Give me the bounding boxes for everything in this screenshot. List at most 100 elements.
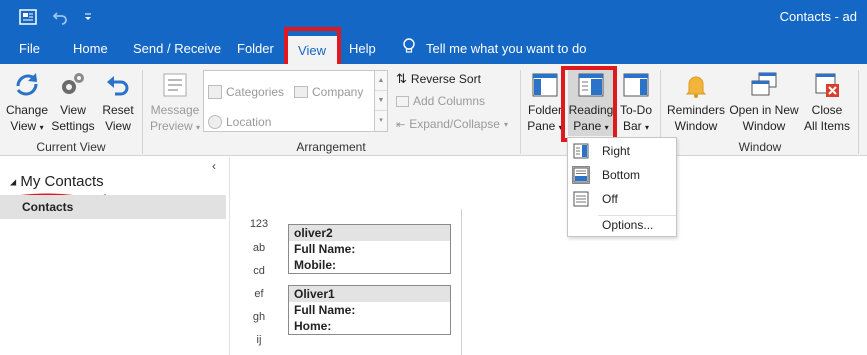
location-option[interactable]: Location — [208, 115, 271, 129]
tab-view[interactable]: View — [287, 36, 337, 66]
arrangement-group-label: Arrangement — [296, 140, 366, 154]
todo-bar-button[interactable]: To-Do Bar ▾ — [616, 70, 656, 136]
company-icon — [294, 86, 308, 98]
folder-pane-label-2: Pane — [527, 119, 556, 133]
close-all-items-button[interactable]: Close All Items — [800, 70, 854, 134]
contact-name: oliver2 — [289, 225, 450, 241]
alpha-index-ab[interactable]: ab — [247, 242, 271, 254]
scroll-down-icon[interactable]: ▼ — [375, 91, 387, 111]
alpha-index-gh[interactable]: gh — [247, 311, 271, 323]
view-settings-label-1: View — [60, 103, 86, 117]
add-columns-button[interactable]: Add Columns — [396, 94, 485, 108]
change-view-button[interactable]: Change View ▾ — [4, 70, 50, 136]
menu-item-off-label: Off — [602, 192, 618, 206]
current-view-group-label: Current View — [36, 140, 106, 154]
contact-name: Oliver1 — [289, 286, 450, 302]
message-preview-label-2: Preview — [149, 119, 193, 133]
message-preview-button[interactable]: Message Preview ▾ — [148, 70, 202, 136]
reminders-window-button[interactable]: Reminders Window — [664, 70, 728, 134]
ribbon: Change View ▾ View Settings Reset View C… — [0, 64, 867, 156]
close-all-label-2: All Items — [803, 119, 850, 133]
change-view-icon — [16, 73, 38, 96]
gallery-scrollbar[interactable]: ▲ ▼ ▾ — [374, 71, 387, 131]
contacts-view: 123 ab cd ef gh ij oliver2 Full Name: Mo… — [231, 157, 867, 355]
alpha-index-123[interactable]: 123 — [247, 218, 271, 230]
view-settings-label-2: Settings — [51, 119, 95, 133]
reverse-sort-button[interactable]: ⇅ Reverse Sort — [396, 71, 481, 87]
todo-bar-label-2: Bar — [622, 119, 642, 133]
view-settings-button[interactable]: View Settings — [50, 70, 96, 134]
tab-folder[interactable]: Folder — [237, 34, 274, 64]
contact-field: Mobile: — [294, 258, 336, 272]
sidebar-item-contacts[interactable]: Contacts — [0, 195, 226, 219]
sort-arrows-icon: ⇅ — [396, 71, 407, 86]
chevron-down-icon: ▾ — [39, 123, 44, 132]
gear-icon — [62, 73, 84, 94]
todo-bar-icon — [623, 73, 649, 97]
alpha-index-ij[interactable]: ij — [247, 334, 271, 346]
reading-pane-label-2: Pane — [573, 119, 602, 133]
reading-pane-icon — [578, 73, 604, 97]
ribbon-tabs: File Home Send / Receive Folder View Hel… — [0, 34, 867, 66]
contact-field: Full Name: — [294, 242, 356, 256]
tab-help[interactable]: Help — [349, 34, 376, 64]
column-divider — [461, 209, 462, 355]
close-all-label-1: Close — [811, 103, 843, 117]
chevron-down-icon: ▾ — [604, 123, 609, 132]
chevron-down-icon: ▾ — [503, 119, 508, 129]
change-view-label-2: View — [10, 119, 37, 133]
menu-item-right[interactable]: Right — [568, 140, 676, 162]
reset-view-label-2: View — [105, 119, 131, 133]
open-new-label-1: Open in New — [729, 103, 799, 117]
arrangement-gallery: Categories Company Location ▲ ▼ ▾ — [203, 70, 388, 132]
menu-item-bottom-label: Bottom — [602, 168, 641, 182]
reset-view-button[interactable]: Reset View — [98, 70, 138, 134]
message-preview-label-1: Message — [150, 103, 200, 117]
company-option[interactable]: Company — [294, 85, 363, 99]
outlook-app-icon[interactable] — [18, 7, 38, 27]
alpha-index-ef[interactable]: ef — [247, 288, 271, 300]
my-contacts-group[interactable]: ◢ My Contacts — [10, 173, 104, 190]
expand-triangle-icon: ◢ — [10, 177, 17, 187]
alpha-index-cd[interactable]: cd — [247, 265, 271, 277]
contact-card[interactable]: oliver2 Full Name: Mobile: — [288, 224, 451, 274]
reading-pane-button[interactable]: Reading Pane ▾ — [568, 70, 614, 136]
scroll-up-icon[interactable]: ▲ — [375, 71, 387, 91]
expand-collapse-button[interactable]: ⇤ Expand/Collapse ▾ — [396, 117, 508, 131]
menu-item-options[interactable]: Options... — [568, 214, 676, 236]
tab-send-receive[interactable]: Send / Receive — [133, 34, 221, 64]
add-columns-icon — [396, 95, 409, 107]
reminders-label-1: Reminders — [666, 103, 726, 117]
reading-pane-label-1: Reading — [568, 103, 614, 117]
folder-pane-button[interactable]: Folder Pane ▾ — [524, 70, 566, 136]
customize-qat-icon[interactable] — [78, 7, 98, 27]
gallery-more-icon[interactable]: ▾ — [375, 111, 387, 131]
menu-item-right-label: Right — [602, 144, 631, 158]
change-view-label-1: Change — [5, 103, 49, 117]
collapse-pane-icon[interactable]: ‹ — [212, 159, 216, 173]
company-label: Company — [312, 85, 364, 99]
lightbulb-icon — [402, 35, 416, 65]
categories-option[interactable]: Categories — [208, 85, 284, 99]
location-label: Location — [226, 115, 272, 129]
add-columns-label: Add Columns — [413, 94, 486, 108]
reset-view-label-1: Reset — [102, 103, 134, 117]
folder-pane: ‹ ◢ My Contacts Contacts — [0, 157, 230, 355]
title-bar: Contacts - ad — [0, 0, 867, 34]
categories-label: Categories — [226, 85, 285, 99]
tab-home[interactable]: Home — [73, 34, 108, 64]
folder-pane-label-1: Folder — [527, 103, 562, 117]
menu-item-bottom[interactable]: Bottom — [568, 164, 676, 186]
undo-icon[interactable] — [50, 7, 70, 27]
chevron-down-icon: ▾ — [558, 123, 563, 132]
open-new-window-button[interactable]: Open in New Window — [728, 70, 800, 134]
window-title: Contacts - ad — [779, 9, 857, 24]
reset-icon — [107, 76, 129, 96]
reminders-label-2: Window — [674, 119, 718, 133]
contact-card[interactable]: Oliver1 Full Name: Home: — [288, 285, 451, 335]
tell-me-search[interactable]: Tell me what you want to do — [402, 34, 586, 64]
my-contacts-label: My Contacts — [20, 173, 104, 190]
todo-bar-label-1: To-Do — [619, 103, 652, 117]
menu-item-off[interactable]: Off — [568, 188, 676, 210]
tab-file[interactable]: File — [19, 34, 40, 64]
